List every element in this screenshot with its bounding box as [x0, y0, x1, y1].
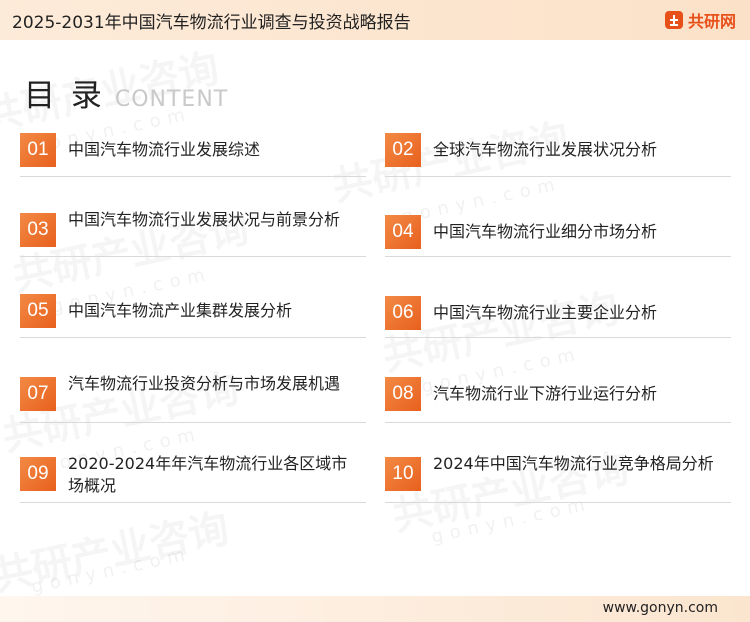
heading-subtitle: CONTENT: [114, 87, 229, 112]
divider: [385, 176, 731, 177]
toc-heading: 目 录 CONTENT: [24, 70, 228, 115]
toc-title: 汽车物流行业投资分析与市场发展机遇: [68, 374, 341, 393]
toc-number-badge: 03: [20, 213, 56, 247]
toc-title: 2024年中国汽车物流行业竞争格局分析: [433, 454, 714, 473]
divider: [385, 422, 731, 423]
divider: [20, 176, 366, 177]
brand-name: 共研网: [687, 12, 736, 31]
report-title: 2025-2031年中国汽车物流行业调查与投资战略报告: [12, 13, 411, 33]
toc-item-08[interactable]: 08 汽车物流行业下游行业运行分析: [385, 372, 731, 432]
toc-item-04[interactable]: 04 中国汽车物流行业细分市场分析: [385, 208, 731, 268]
divider: [20, 422, 366, 423]
toc-title: 汽车物流行业下游行业运行分析: [433, 384, 658, 403]
divider: [385, 256, 731, 257]
toc-number-badge: 08: [385, 377, 421, 411]
header-bar: 2025-2031年中国汽车物流行业调查与投资战略报告 共研网: [0, 0, 750, 40]
toc-item-05[interactable]: 05 中国汽车物流产业集群发展分析: [20, 294, 366, 354]
footer-bar: www.gonyn.com: [0, 596, 750, 622]
divider: [385, 337, 731, 338]
toc-number-badge: 02: [385, 133, 421, 167]
toc-item-09[interactable]: 09 2020-2024年年汽车物流行业各区域市场概况: [20, 453, 366, 513]
toc-number-badge: 07: [20, 377, 56, 411]
divider: [20, 502, 366, 503]
toc-number-badge: 04: [385, 215, 421, 249]
toc-title: 中国汽车物流行业发展状况与前景分析: [68, 210, 341, 229]
toc-title: 中国汽车物流产业集群发展分析: [68, 301, 293, 320]
toc-number-badge: 09: [20, 457, 56, 491]
toc-number-badge: 01: [20, 133, 56, 167]
toc-title: 中国汽车物流行业发展综述: [68, 140, 261, 159]
divider: [20, 256, 366, 257]
toc-title: 2020-2024年年汽车物流行业各区域市场概况: [68, 454, 348, 495]
toc-title: 中国汽车物流行业细分市场分析: [433, 222, 658, 241]
toc-title: 中国汽车物流行业主要企业分析: [433, 303, 658, 322]
toc-item-10[interactable]: 10 2024年中国汽车物流行业竞争格局分析: [385, 453, 731, 513]
toc-number-badge: 06: [385, 296, 421, 330]
heading-title: 目 录: [24, 78, 105, 114]
toc-number-badge: 10: [385, 457, 421, 491]
divider: [20, 337, 366, 338]
footer-url[interactable]: www.gonyn.com: [603, 600, 718, 616]
toc-item-01[interactable]: 01 中国汽车物流行业发展综述: [20, 133, 366, 193]
toc-number-badge: 05: [20, 294, 56, 328]
brand-logo-icon: [664, 11, 683, 29]
toc-item-02[interactable]: 02 全球汽车物流行业发展状况分析: [385, 133, 731, 193]
divider: [385, 502, 731, 503]
toc-item-06[interactable]: 06 中国汽车物流行业主要企业分析: [385, 294, 731, 354]
toc-item-07[interactable]: 07 汽车物流行业投资分析与市场发展机遇: [20, 372, 366, 432]
toc-title: 全球汽车物流行业发展状况分析: [433, 140, 658, 159]
brand: 共研网: [664, 8, 736, 32]
toc-item-03[interactable]: 03 中国汽车物流行业发展状况与前景分析: [20, 208, 366, 268]
watermark-url: gonyn.com: [29, 543, 194, 596]
